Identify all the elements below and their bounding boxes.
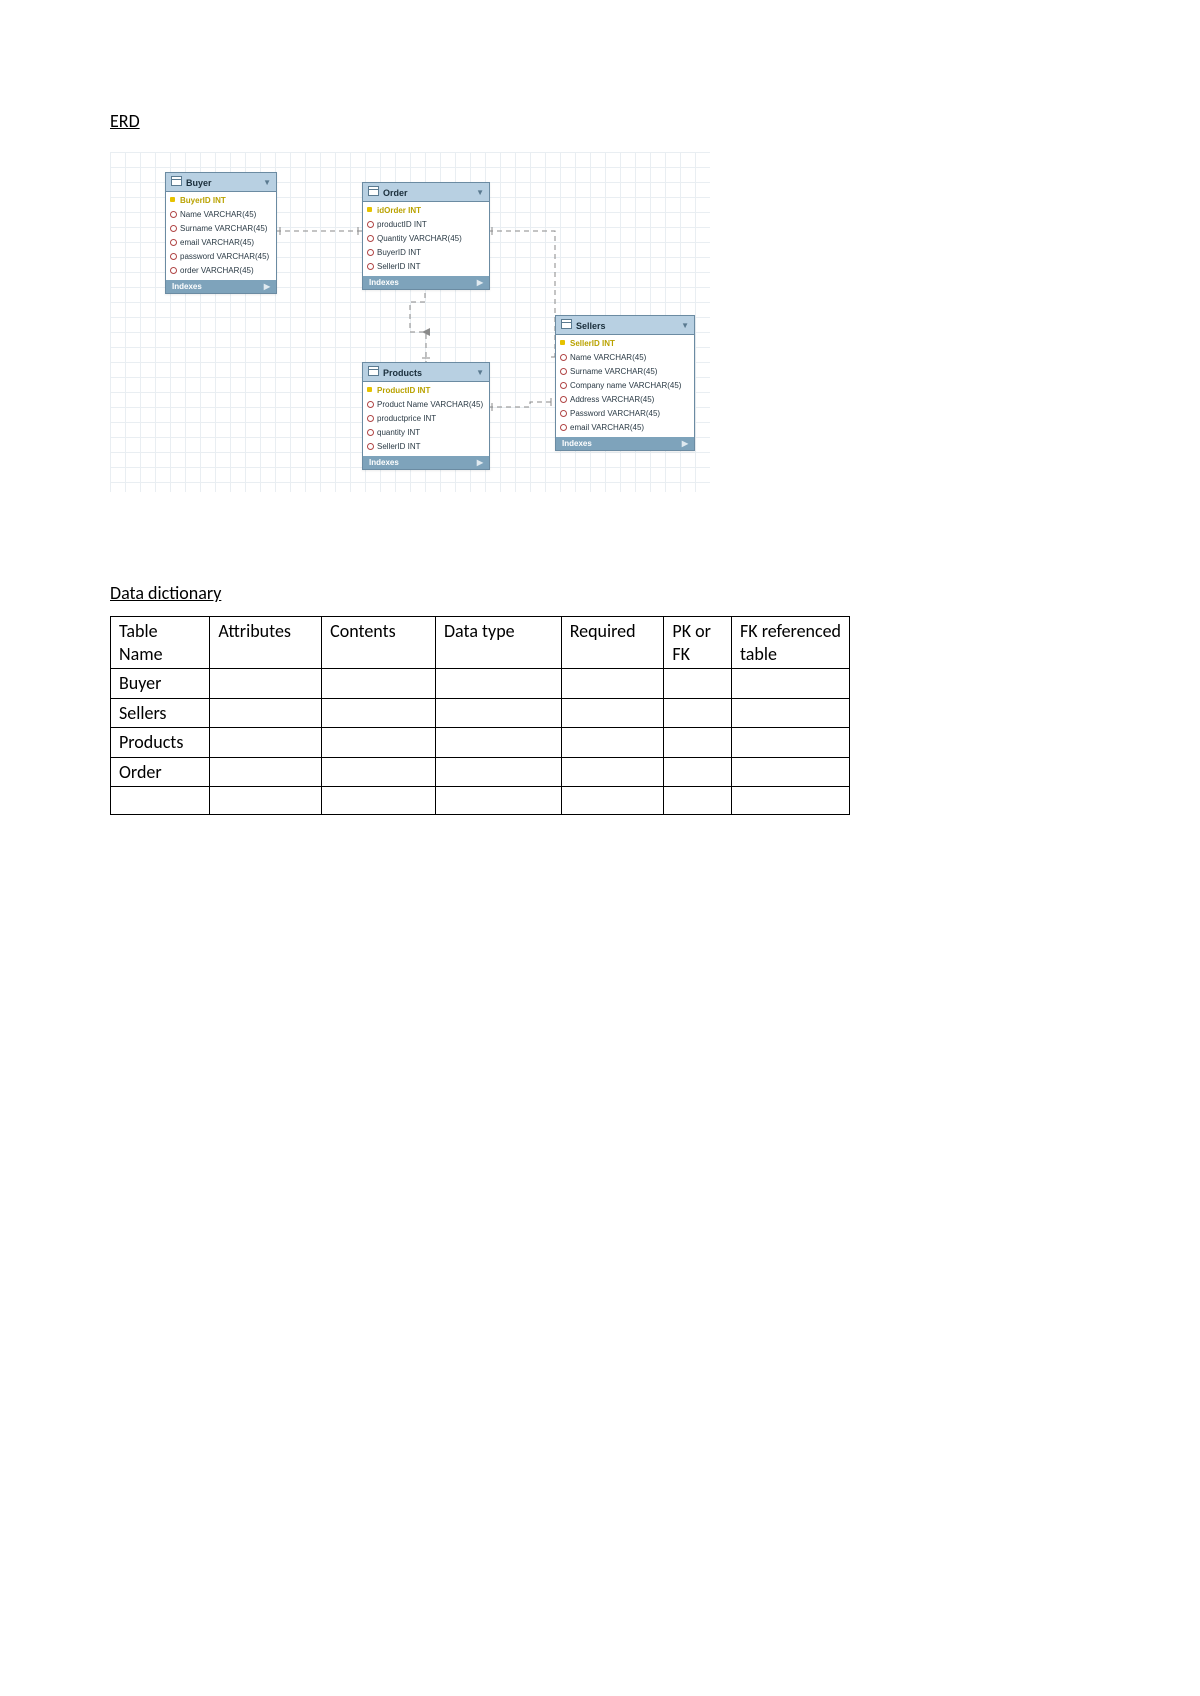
- chevron-down-icon: ▼: [476, 188, 484, 197]
- buyer-attr-pk: BuyerID INT: [166, 194, 276, 208]
- table-row: [111, 787, 850, 815]
- table-icon: [368, 186, 379, 196]
- entity-order: Order ▼ idOrder INT productID INT Quanti…: [362, 182, 490, 290]
- sellers-attr: Company name VARCHAR(45): [556, 379, 694, 393]
- order-attr: productID INT: [363, 218, 489, 232]
- buyer-attr: Surname VARCHAR(45): [166, 222, 276, 236]
- buyer-indexes: Indexes▶: [166, 280, 276, 293]
- sellers-attr: Name VARCHAR(45): [556, 351, 694, 365]
- th-pk-fk: PK or FK: [664, 617, 732, 669]
- th-fk-ref: FK referenced table: [732, 617, 850, 669]
- products-attr: SellerID INT: [363, 440, 489, 454]
- chevron-down-icon: ▼: [681, 321, 689, 330]
- chevron-down-icon: ▼: [476, 368, 484, 377]
- products-attr: Product Name VARCHAR(45): [363, 398, 489, 412]
- buyer-attr: password VARCHAR(45): [166, 250, 276, 264]
- entity-buyer-name: Buyer: [186, 178, 212, 188]
- sellers-attr-pk: SellerID INT: [556, 337, 694, 351]
- entity-order-title: Order ▼: [363, 183, 489, 202]
- entity-buyer-title: Buyer ▼: [166, 173, 276, 192]
- data-dictionary-heading: Data dictionary: [110, 582, 1090, 604]
- entity-sellers-name: Sellers: [576, 321, 606, 331]
- table-icon: [368, 366, 379, 376]
- buyer-attr: Name VARCHAR(45): [166, 208, 276, 222]
- sellers-attr: Password VARCHAR(45): [556, 407, 694, 421]
- th-data-type: Data type: [435, 617, 561, 669]
- table-row: Buyer: [111, 669, 850, 699]
- cell-table-name: Order: [111, 757, 210, 787]
- buyer-attr: email VARCHAR(45): [166, 236, 276, 250]
- th-table-name: Table Name: [111, 617, 210, 669]
- table-row: Sellers: [111, 698, 850, 728]
- table-icon: [171, 176, 182, 186]
- chevron-right-icon: ▶: [682, 439, 688, 448]
- sellers-attr: Surname VARCHAR(45): [556, 365, 694, 379]
- entity-products-title: Products ▼: [363, 363, 489, 382]
- order-attr-pk: idOrder INT: [363, 204, 489, 218]
- chevron-down-icon: ▼: [263, 178, 271, 187]
- order-attr: SellerID INT: [363, 260, 489, 274]
- th-attributes: Attributes: [210, 617, 322, 669]
- buyer-attr: order VARCHAR(45): [166, 264, 276, 278]
- chevron-right-icon: ▶: [477, 458, 483, 467]
- order-indexes: Indexes▶: [363, 276, 489, 289]
- entity-buyer: Buyer ▼ BuyerID INT Name VARCHAR(45) Sur…: [165, 172, 277, 294]
- products-indexes: Indexes▶: [363, 456, 489, 469]
- entity-order-name: Order: [383, 188, 408, 198]
- erd-diagram: Buyer ▼ BuyerID INT Name VARCHAR(45) Sur…: [110, 152, 710, 492]
- th-required: Required: [561, 617, 664, 669]
- sellers-attr: Address VARCHAR(45): [556, 393, 694, 407]
- data-dictionary-table: Table Name Attributes Contents Data type…: [110, 616, 850, 815]
- products-attr: productprice INT: [363, 412, 489, 426]
- table-row: Products: [111, 728, 850, 758]
- cell-table-name: Buyer: [111, 669, 210, 699]
- table-header-row: Table Name Attributes Contents Data type…: [111, 617, 850, 669]
- order-attr: BuyerID INT: [363, 246, 489, 260]
- entity-sellers-title: Sellers ▼: [556, 316, 694, 335]
- table-row: Order: [111, 757, 850, 787]
- cell-table-name: [111, 787, 210, 815]
- chevron-right-icon: ▶: [477, 278, 483, 287]
- sellers-attr: email VARCHAR(45): [556, 421, 694, 435]
- entity-products: Products ▼ ProductID INT Product Name VA…: [362, 362, 490, 470]
- order-attr: Quantity VARCHAR(45): [363, 232, 489, 246]
- products-attr-pk: ProductID INT: [363, 384, 489, 398]
- entity-sellers: Sellers ▼ SellerID INT Name VARCHAR(45) …: [555, 315, 695, 451]
- cell-table-name: Sellers: [111, 698, 210, 728]
- table-icon: [561, 319, 572, 329]
- sellers-indexes: Indexes▶: [556, 437, 694, 450]
- chevron-right-icon: ▶: [264, 282, 270, 291]
- cell-table-name: Products: [111, 728, 210, 758]
- th-contents: Contents: [322, 617, 436, 669]
- products-attr: quantity INT: [363, 426, 489, 440]
- entity-products-name: Products: [383, 368, 422, 378]
- erd-heading: ERD: [110, 110, 1090, 132]
